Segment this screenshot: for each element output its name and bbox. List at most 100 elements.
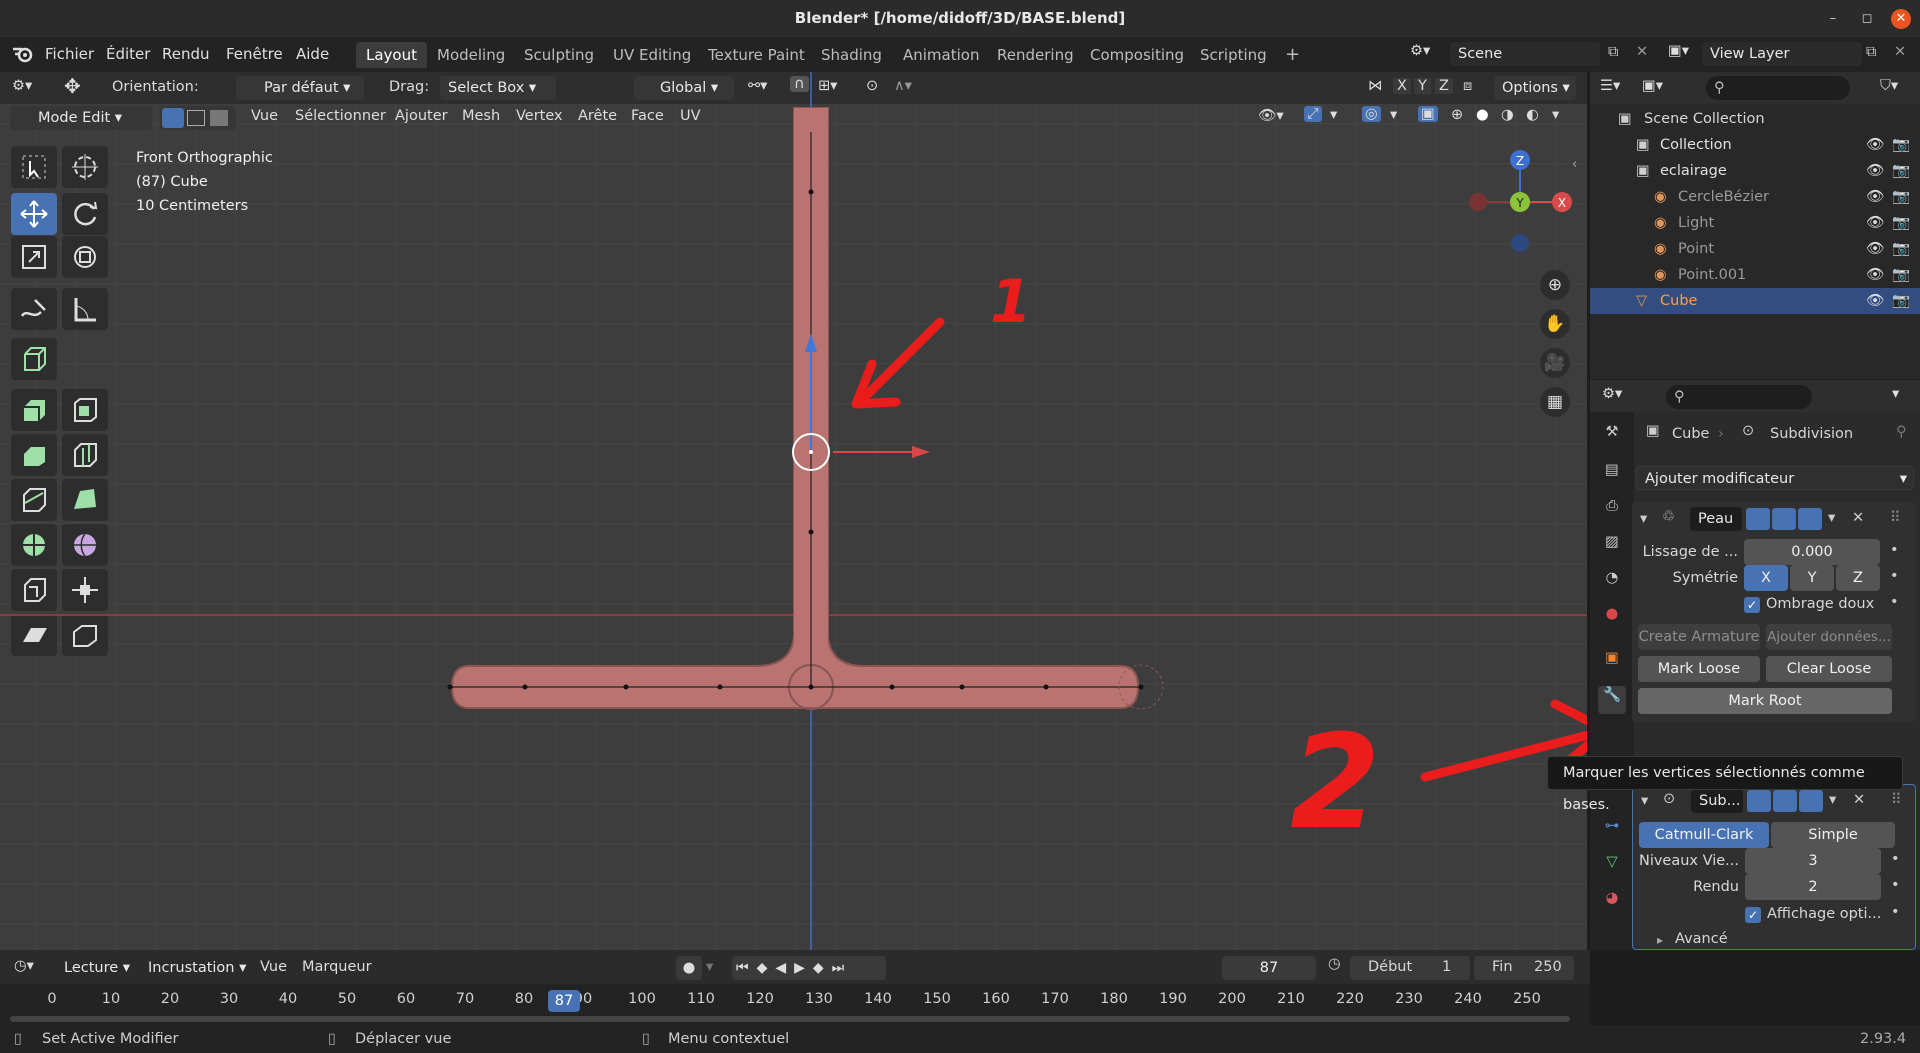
display-mode-icon[interactable]: ▣▾ [1642, 78, 1663, 94]
output-tab-icon[interactable]: ⎙ [1598, 498, 1626, 526]
outliner-row[interactable]: ◉ Light 👁 📷 [1590, 210, 1920, 236]
properties-editor-type-icon[interactable]: ⚙▾ [1602, 386, 1622, 402]
remove-modifier-icon[interactable]: ✕ [1853, 792, 1865, 808]
symmetry-x-toggle[interactable]: X [1744, 565, 1788, 591]
symmetry-y-toggle[interactable]: Y [1790, 565, 1834, 591]
mark-root-button[interactable]: Mark Root [1638, 688, 1892, 714]
marker-menu[interactable]: Marqueur [302, 959, 372, 975]
record-icon[interactable]: ● [676, 956, 702, 980]
keyframe-dot[interactable]: • [1891, 904, 1900, 920]
pan-hand-icon[interactable]: ✋ [1540, 309, 1570, 339]
render-camera-icon[interactable]: 📷 [1892, 288, 1910, 314]
menu-editer[interactable]: Éditer [106, 45, 150, 63]
clear-loose-button[interactable]: Clear Loose [1766, 656, 1892, 682]
sidebar-toggle-icon[interactable]: ‹ [1572, 157, 1577, 172]
visibility-eye-icon[interactable]: 👁 [1866, 236, 1884, 262]
outliner-row[interactable]: ◉ Point.001 👁 📷 [1590, 262, 1920, 288]
render-camera-icon[interactable]: 📷 [1892, 184, 1910, 210]
modifier-menu-icon[interactable]: ▾ [1828, 510, 1835, 526]
menu-rendu[interactable]: Rendu [162, 45, 210, 63]
current-frame-field[interactable]: 87 [1222, 956, 1316, 980]
zoom-icon[interactable]: ⊕ [1540, 270, 1570, 300]
optimal-display-checkbox[interactable]: ✓ [1745, 907, 1761, 923]
constraint-tab-icon[interactable]: ⊶ [1598, 818, 1626, 846]
navigation-gizmo[interactable]: Z Y X [1469, 150, 1572, 252]
render-camera-icon[interactable]: 📷 [1892, 158, 1910, 184]
visibility-eye-icon[interactable]: 👁 [1866, 158, 1884, 184]
simple-toggle[interactable]: Simple [1771, 822, 1895, 848]
playhead[interactable]: 87 [548, 990, 580, 1012]
start-frame-field[interactable]: Début 1 [1350, 956, 1470, 980]
new-view-layer-icon[interactable]: ⧉ [1866, 44, 1876, 60]
blender-logo-icon[interactable] [12, 45, 34, 63]
smooth-value-field[interactable]: 0.000 [1744, 539, 1880, 565]
visibility-eye-icon[interactable]: 👁 [1866, 210, 1884, 236]
viewport-toggle-icon[interactable] [1773, 790, 1797, 812]
panel-collapse-icon[interactable]: ▾ [1641, 793, 1648, 809]
tab-compositing[interactable]: Compositing [1080, 42, 1194, 68]
menu-fenetre[interactable]: Fenêtre [226, 45, 283, 63]
panel-collapse-icon[interactable]: ▾ [1640, 511, 1647, 527]
create-armature-button[interactable]: Create Armature [1638, 624, 1760, 650]
frame-ruler[interactable]: 0 10 20 30 40 50 60 70 80 90 100 110 120 130 140 150 160… [0, 984, 1590, 1025]
outliner-row[interactable]: ◉ CercleBézier 👁 📷 [1590, 184, 1920, 210]
filter-icon[interactable]: ⛉▾ [1880, 78, 1898, 94]
modifier-menu-icon[interactable]: ▾ [1829, 792, 1836, 808]
tab-texture-paint[interactable]: Texture Paint [698, 42, 815, 68]
remove-modifier-icon[interactable]: ✕ [1852, 510, 1864, 526]
tab-animation[interactable]: Animation [893, 42, 989, 68]
timeline-scrollbar[interactable] [10, 1016, 1570, 1022]
advanced-subpanel-label[interactable]: Avancé [1675, 931, 1728, 947]
viewport-toggle-icon[interactable] [1772, 508, 1796, 530]
levels-viewport-field[interactable]: 3 [1745, 848, 1881, 874]
close-window-button[interactable]: ✕ [1891, 9, 1911, 29]
menu-fichier[interactable]: Fichier [45, 45, 94, 63]
outliner-row[interactable]: ◉ Point 👁 📷 [1590, 236, 1920, 262]
visibility-eye-icon[interactable]: 👁 [1866, 132, 1884, 158]
keyframe-dot[interactable]: • [1891, 877, 1900, 893]
record-dropdown-icon[interactable]: ▾ [706, 959, 713, 975]
add-modifier-dropdown[interactable]: Ajouter modificateur ▾ [1636, 466, 1914, 490]
delete-view-layer-icon[interactable]: ✕ [1894, 44, 1906, 60]
tab-layout[interactable]: Layout [356, 42, 427, 68]
3d-viewport[interactable]: ⚙▾ ✥ Orientation: Par défaut ▾ Drag: Sel… [0, 72, 1587, 950]
playback-controls[interactable]: ⏮◆◀▶◆⏭ [732, 956, 886, 980]
world-tab-icon[interactable]: ● [1598, 606, 1626, 634]
preview-range-icon[interactable]: ◷ [1328, 956, 1341, 972]
symmetry-z-toggle[interactable]: Z [1836, 565, 1880, 591]
tab-uv-editing[interactable]: UV Editing [603, 42, 701, 68]
view-layer-field[interactable]: View Layer [1702, 42, 1862, 66]
render-camera-icon[interactable]: 📷 [1892, 236, 1910, 262]
keyframe-dot[interactable]: • [1891, 851, 1900, 867]
add-skin-data-button[interactable]: Ajouter données... [1766, 624, 1892, 650]
outliner-row[interactable]: ▣ Collection 👁 📷 [1590, 132, 1920, 158]
render-levels-field[interactable]: 2 [1745, 874, 1881, 900]
tab-shading[interactable]: Shading [811, 42, 892, 68]
visibility-eye-icon[interactable]: 👁 [1866, 184, 1884, 210]
subsurf-modifier-name[interactable]: Sub... [1691, 789, 1743, 813]
maximize-button[interactable]: ◻ [1857, 9, 1877, 29]
scene-selector-icon[interactable]: ⚙▾ [1410, 43, 1446, 67]
advanced-expand-icon[interactable]: ▸ [1657, 933, 1663, 947]
delete-scene-icon[interactable]: ✕ [1636, 44, 1648, 60]
view-layer-tab-icon[interactable]: ▨ [1598, 534, 1626, 562]
scene-collection-row[interactable]: ▣ Scene Collection [1590, 106, 1920, 132]
editor-type-icon[interactable]: ☰▾ [1600, 78, 1620, 94]
outliner-search-input[interactable]: ⚲ [1706, 76, 1850, 100]
smooth-shading-checkbox[interactable]: ✓ [1744, 597, 1760, 613]
keyframe-dot[interactable]: • [1890, 568, 1899, 584]
timeline-view-menu[interactable]: Vue [260, 959, 287, 975]
view-layer-icon[interactable]: ▣▾ [1668, 43, 1689, 59]
new-scene-icon[interactable]: ⧉ [1608, 44, 1618, 60]
tab-modeling[interactable]: Modeling [427, 42, 515, 68]
properties-options-icon[interactable]: ▾ [1892, 386, 1899, 402]
playback-dropdown[interactable]: Lecture ▾ [56, 956, 138, 980]
outliner-row[interactable]: ▽ Cube 👁 📷 [1590, 288, 1920, 314]
render-tab-icon[interactable]: ▤ [1598, 462, 1626, 490]
visibility-eye-icon[interactable]: 👁 [1866, 288, 1884, 314]
render-toggle-icon[interactable] [1799, 790, 1823, 812]
tool-tab-icon[interactable]: ⚒ [1598, 424, 1626, 452]
skin-mesh[interactable] [450, 107, 1140, 710]
mark-loose-button[interactable]: Mark Loose [1638, 656, 1760, 682]
outliner-row[interactable]: ▣ eclairage 👁 📷 [1590, 158, 1920, 184]
